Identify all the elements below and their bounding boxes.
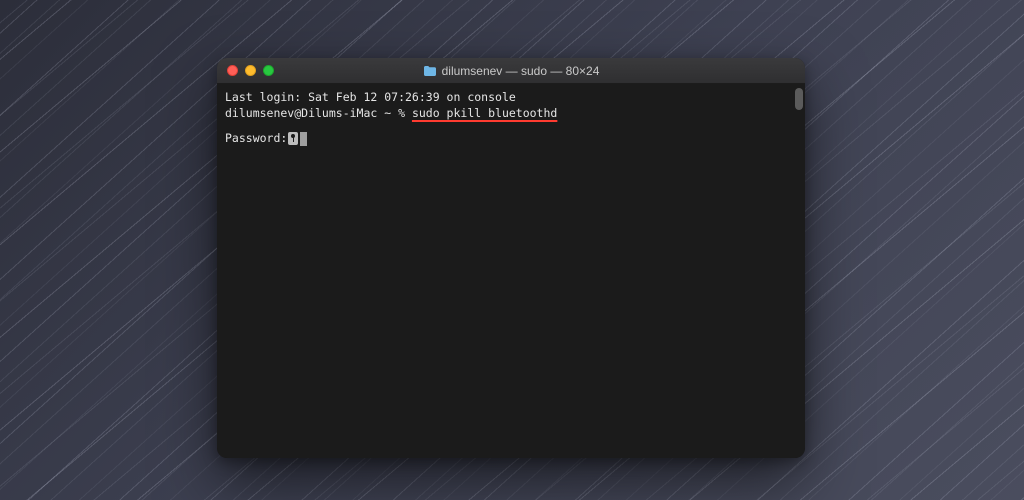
folder-icon	[423, 65, 437, 77]
close-button[interactable]	[227, 65, 238, 76]
password-label: Password:	[225, 131, 287, 147]
minimize-button[interactable]	[245, 65, 256, 76]
prompt-line: dilumsenev@Dilums-iMac ~ % sudo pkill bl…	[225, 106, 797, 122]
prompt-text: dilumsenev@Dilums-iMac ~ %	[225, 106, 412, 120]
window-title: dilumsenev — sudo — 80×24	[442, 64, 600, 78]
cursor	[300, 132, 307, 146]
last-login-line: Last login: Sat Feb 12 07:26:39 on conso…	[225, 90, 797, 106]
terminal-window[interactable]: dilumsenev — sudo — 80×24 Last login: Sa…	[217, 58, 805, 458]
maximize-button[interactable]	[263, 65, 274, 76]
traffic-lights	[227, 65, 274, 76]
key-icon	[288, 132, 298, 145]
terminal-body[interactable]: Last login: Sat Feb 12 07:26:39 on conso…	[217, 84, 805, 458]
title-center: dilumsenev — sudo — 80×24	[217, 58, 805, 83]
password-line: Password:	[225, 131, 797, 147]
titlebar[interactable]: dilumsenev — sudo — 80×24	[217, 58, 805, 84]
command-text: sudo pkill bluetoothd	[412, 106, 557, 120]
scrollbar-thumb[interactable]	[795, 88, 803, 110]
